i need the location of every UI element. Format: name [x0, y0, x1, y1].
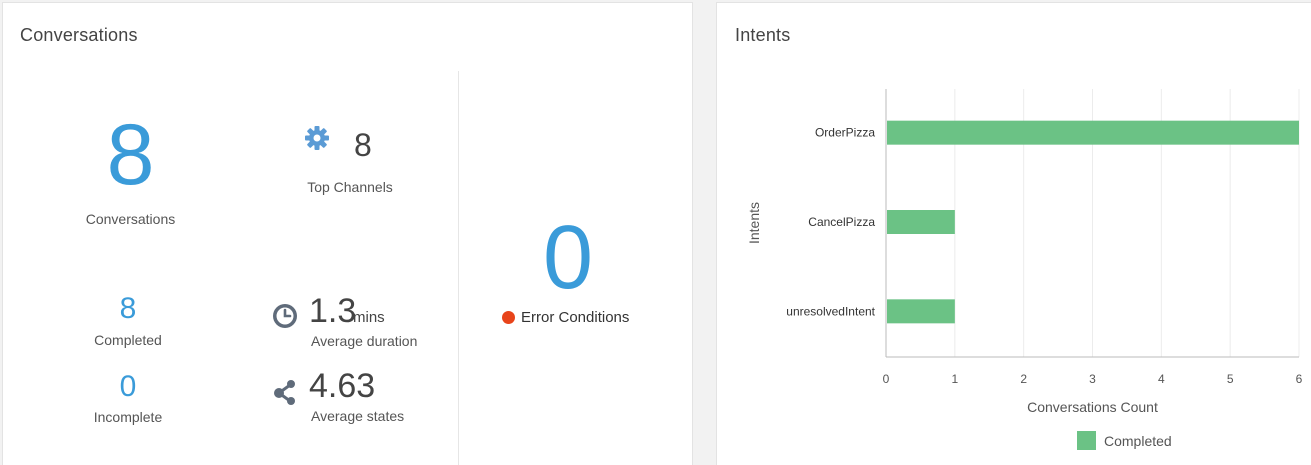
- total-conversations-label: Conversations: [85, 211, 176, 227]
- average-states-label: Average states: [311, 408, 405, 424]
- incomplete-label: Incomplete: [93, 409, 163, 425]
- y-category-label: CancelPizza: [808, 215, 875, 229]
- x-tick-label: 4: [1158, 372, 1165, 386]
- legend-swatch-completed: [1077, 431, 1096, 450]
- incomplete-value: 0: [119, 370, 137, 403]
- total-conversations-value: 8: [106, 107, 155, 203]
- intents-bar-chart: 0 1 2 3 4 5 6 OrderPizza CancelPizza unresolvedIn…: [746, 89, 1303, 450]
- intents-panel: Intents 0 1 2 3 4 5 6 OrderPizza CancelPizza unre…: [716, 2, 1311, 465]
- bar-unresolvedIntent: [887, 299, 955, 324]
- completed-value: 8: [119, 292, 137, 325]
- legend-label-completed: Completed: [1104, 433, 1172, 449]
- error-status-dot: [502, 311, 515, 324]
- bar-OrderPizza: [887, 120, 1299, 145]
- top-channels-value: 8: [354, 127, 372, 163]
- panel-divider: [458, 71, 459, 465]
- y-category-label: OrderPizza: [815, 126, 875, 140]
- gear-icon: [305, 126, 329, 150]
- top-channels-label: Top Channels: [307, 179, 393, 195]
- average-states-value: 4.63: [309, 367, 376, 405]
- average-duration-unit: mins: [353, 309, 385, 326]
- conversations-panel-title: Conversations: [20, 25, 138, 45]
- y-axis-title: Intents: [746, 202, 762, 244]
- x-tick-label: 2: [1020, 372, 1027, 386]
- x-tick-label: 6: [1296, 372, 1303, 386]
- error-conditions-value: 0: [542, 208, 594, 308]
- share-nodes-icon: [274, 380, 295, 405]
- average-duration-label: Average duration: [311, 333, 418, 349]
- x-tick-label: 0: [883, 372, 890, 386]
- x-tick-label: 3: [1089, 372, 1096, 386]
- average-duration-value: 1.3: [309, 292, 357, 330]
- error-conditions-label: Error Conditions: [521, 309, 630, 326]
- completed-label: Completed: [94, 332, 162, 348]
- x-tick-label: 5: [1227, 372, 1234, 386]
- y-category-label: unresolvedIntent: [786, 304, 875, 318]
- x-tick-label: 1: [951, 372, 958, 386]
- conversations-panel: Conversations 8 Conversations 8 Top Chan…: [2, 2, 693, 465]
- x-axis-title: Conversations Count: [1027, 399, 1158, 415]
- bar-CancelPizza: [887, 210, 955, 234]
- clock-icon: [273, 304, 297, 328]
